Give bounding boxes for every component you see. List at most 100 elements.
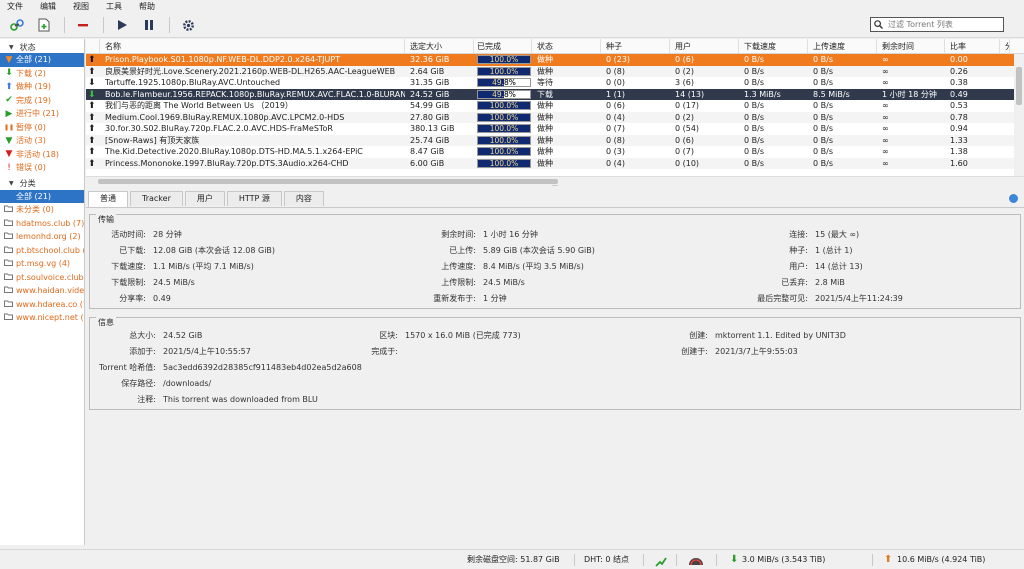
torrent-ratio: 0.49 (950, 89, 968, 99)
tracker-item[interactable]: hdatmos.club (7) (0, 217, 84, 231)
scrollbar-thumb[interactable] (1016, 67, 1022, 105)
speed-limit-icon[interactable] (688, 554, 704, 566)
table-row[interactable]: ⬆ Medium.Cool.1969.BluRay.REMUX.1080p.AVC… (86, 111, 1024, 123)
status-header[interactable]: ▼ 状态 (0, 41, 84, 53)
global-ul-speed[interactable]: 10.6 MiB/s (4.924 TiB) (897, 550, 985, 569)
table-row[interactable]: ⬇ Bob.le.Flambeur.1956.REPACK.1080p.BluRa… (86, 88, 1024, 100)
comment-row: 注释: This torrent was downloaded from BLU (94, 394, 318, 405)
created-by-value: mktorrent 1.1. Edited by UNIT3D (715, 331, 846, 340)
category-item[interactable]: 全部 (21) (0, 189, 84, 203)
status-filter-item[interactable]: ✔ 完成 (19) (0, 94, 84, 108)
column-eta[interactable]: 剩余时间 (877, 39, 945, 53)
link-icon (10, 19, 24, 31)
upload-arrow-icon: ⬆ (88, 55, 96, 65)
global-dl-speed[interactable]: 3.0 MiB/s (3.543 TiB) (742, 550, 825, 569)
tab-peers[interactable]: 用户 (184, 191, 225, 206)
folder-icon (4, 259, 13, 268)
category-header[interactable]: ▼ 分类 (0, 178, 84, 190)
options-button[interactable] (179, 16, 197, 34)
column-name[interactable]: 名称 (100, 39, 405, 53)
tab-trackers[interactable]: Tracker (130, 191, 183, 206)
column-progress[interactable]: 已完成 (474, 39, 532, 53)
status-filter-item[interactable]: ▶ 进行中 (21) (0, 107, 84, 121)
column-size[interactable]: 选定大小 (405, 39, 474, 53)
torrent-ul-speed: 0 B/s (813, 112, 833, 122)
torrent-table: 名称 选定大小 已完成 状态 种子 用户 下载速度 上传速度 剩余时间 比率 分… (86, 39, 1024, 185)
tracker-item[interactable]: pt.soulvoice.club (1) (0, 271, 84, 285)
pause-button[interactable] (140, 16, 158, 34)
status-filter-item[interactable]: ! 错误 (0) (0, 161, 84, 175)
scrollbar-thumb[interactable] (98, 179, 558, 184)
menu-help[interactable]: 帮助 (139, 1, 155, 12)
torrent-peers: 14 (13) (675, 89, 705, 99)
progress-text: 100.0% (489, 135, 519, 145)
torrent-dl-speed: 0 B/s (744, 135, 764, 145)
connection-status-icon[interactable] (655, 555, 667, 567)
last-seen-label: 最后完整可见: (757, 294, 808, 303)
menu-view[interactable]: 视图 (73, 1, 89, 12)
column-status[interactable]: 状态 (532, 39, 601, 53)
tracker-label: www.nicept.net (2) (16, 313, 84, 323)
panel-splitter[interactable]: ··· (86, 184, 1024, 190)
column-extra[interactable]: 分 (1000, 39, 1010, 53)
status-filter-item[interactable]: ⬆ 做种 (19) (0, 80, 84, 94)
torrent-ratio: 0.00 (950, 55, 968, 64)
add-torrent-link-button[interactable] (8, 16, 26, 34)
tracker-item[interactable]: lemonhd.org (2) (0, 230, 84, 244)
table-row[interactable]: ⬆ Princess.Mononoke.1997.BluRay.720p.DTS.… (86, 157, 1024, 169)
folder-icon (4, 273, 13, 282)
torrent-peers: 0 (6) (675, 135, 694, 145)
torrent-ul-speed: 0 B/s (813, 66, 833, 76)
filter-icon: ▼ (5, 135, 13, 146)
table-row[interactable]: ⬆ The.Kid.Detective.2020.BluRay.1080p.DTS… (86, 146, 1024, 158)
status-filter-item[interactable]: ▼ 非活动 (18) (0, 148, 84, 162)
filter-input[interactable] (888, 20, 998, 29)
table-row[interactable]: ⬆ Prison.Playbook.S01.1080p.NF.WEB-DL.DDP… (86, 54, 1024, 66)
tracker-item[interactable]: www.haidan.video (1) (0, 284, 84, 298)
status-filter-item[interactable]: ▼ 活动 (3) (0, 134, 84, 148)
torrent-dl-speed: 0 B/s (744, 147, 764, 156)
table-row[interactable]: ⬆ 我们与恶的距离 The World Between Us （2019） 54.9… (86, 100, 1024, 112)
collapse-panel-icon[interactable] (1009, 194, 1018, 203)
torrent-size: 54.99 GiB (410, 101, 450, 110)
downloaded-row: 已下载: 12.08 GiB (本次会话 12.08 GiB) (94, 245, 275, 256)
tracker-item[interactable]: www.hdarea.co (1) (0, 298, 84, 312)
sidebar: ▼ 状态 ▼ 全部 (21) ⬇ 下载 (2) ⬆ 做种 (19) ✔ 完成 (19) ▶ 进行中 … (0, 39, 85, 545)
status-filter-item[interactable]: ⬇ 下载 (2) (0, 67, 84, 81)
last-seen-value: 2021/5/4上午11:24:39 (815, 294, 903, 303)
tracker-item[interactable]: pt.btschool.club (1) (0, 244, 84, 258)
column-ul-speed[interactable]: 上传速度 (808, 39, 877, 53)
upload-arrow-icon: ⬆ (88, 135, 96, 146)
menu-tools[interactable]: 工具 (106, 1, 122, 12)
resume-button[interactable] (113, 16, 131, 34)
tracker-item[interactable]: pt.msg.vg (4) (0, 257, 84, 271)
tab-content[interactable]: 内容 (283, 191, 324, 206)
column-dl-speed[interactable]: 下载速度 (739, 39, 808, 53)
torrent-ratio: 0.94 (950, 124, 968, 133)
torrent-peers: 0 (2) (675, 66, 694, 76)
column-peers[interactable]: 用户 (670, 39, 739, 53)
table-row[interactable]: ⬆ [Snow-Raws] 有顶天家族 25.74 GiB 100.0% 做种 0 (8)… (86, 134, 1024, 146)
vertical-scrollbar[interactable] (1014, 54, 1024, 176)
table-row[interactable]: ⬆ 30.for.30.S02.BluRay.720p.FLAC.2.0.AVC.… (86, 123, 1024, 135)
category-item[interactable]: 未分类 (0) (0, 203, 84, 217)
seeds-value: 1 (总计 1) (815, 246, 853, 255)
add-torrent-file-button[interactable] (35, 16, 53, 34)
tab-http-sources[interactable]: HTTP 源 (226, 191, 282, 206)
status-filter-item[interactable]: ▼ 全部 (21) (0, 53, 84, 67)
tracker-item[interactable]: www.nicept.net (2) (0, 311, 84, 325)
table-row[interactable]: ⬇ Tartuffe.1925.1080p.BluRay.AVC.Untouche… (86, 77, 1024, 89)
delete-button[interactable] (74, 16, 92, 34)
torrent-peers: 0 (6) (675, 55, 694, 64)
menu-edit[interactable]: 编辑 (40, 1, 56, 12)
table-row[interactable]: ⬆ 良辰美景好时光.Love.Scenery.2021.2160p.WEB-DL.… (86, 65, 1024, 77)
tracker-label: pt.soulvoice.club (1) (16, 272, 84, 282)
menu-file[interactable]: 文件 (7, 1, 23, 12)
completed-on-row: 完成于: (358, 346, 405, 357)
tab-general[interactable]: 普通 (88, 191, 128, 207)
torrent-eta: ∞ (882, 78, 889, 87)
status-filter-item[interactable]: ❚❚ 暂停 (0) (0, 121, 84, 135)
torrent-peers: 0 (7) (675, 147, 694, 156)
column-ratio[interactable]: 比率 (945, 39, 1000, 53)
column-seeds[interactable]: 种子 (601, 39, 670, 53)
